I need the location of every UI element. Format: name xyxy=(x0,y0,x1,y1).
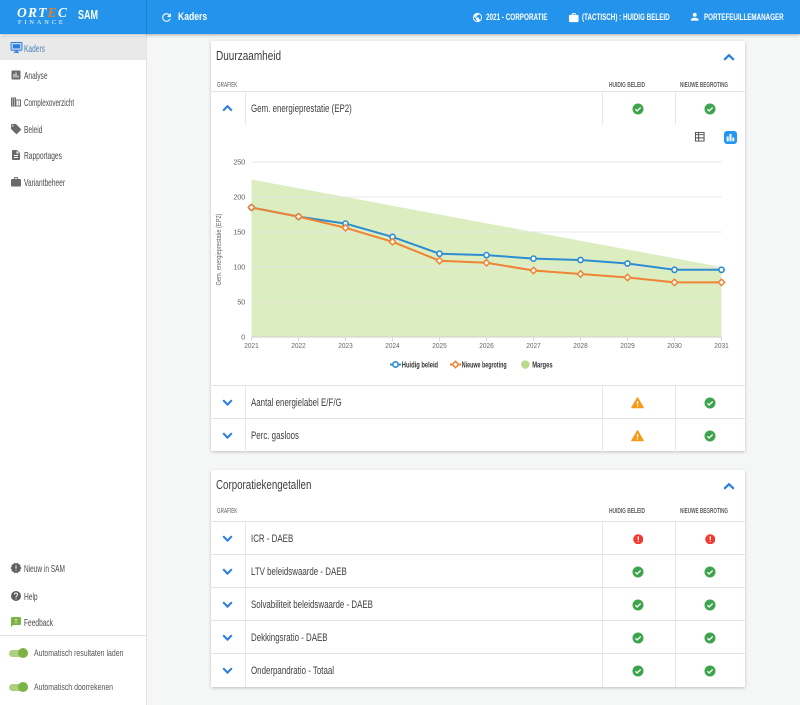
svg-text:200: 200 xyxy=(233,193,245,202)
svg-text:50: 50 xyxy=(237,298,245,307)
svg-text:2027: 2027 xyxy=(526,341,541,350)
svg-text:2031: 2031 xyxy=(714,341,729,350)
svg-text:150: 150 xyxy=(233,228,245,237)
svg-text:2025: 2025 xyxy=(432,341,447,350)
svg-text:Nieuwe begroting: Nieuwe begroting xyxy=(462,360,507,369)
svg-text:Marges: Marges xyxy=(532,360,553,369)
svg-text:2026: 2026 xyxy=(479,341,494,350)
svg-text:Huidig beleid: Huidig beleid xyxy=(402,360,438,369)
svg-text:2028: 2028 xyxy=(573,341,588,350)
svg-text:2021: 2021 xyxy=(244,341,259,350)
svg-text:2029: 2029 xyxy=(620,341,635,350)
svg-text:100: 100 xyxy=(233,263,245,272)
svg-text:2030: 2030 xyxy=(667,341,682,350)
svg-text:2024: 2024 xyxy=(385,341,400,350)
svg-text:250: 250 xyxy=(233,158,245,167)
svg-text:2023: 2023 xyxy=(338,341,353,350)
svg-text:Gem. energieprestatie (EP2): Gem. energieprestatie (EP2) xyxy=(214,213,223,285)
svg-text:2022: 2022 xyxy=(291,341,306,350)
